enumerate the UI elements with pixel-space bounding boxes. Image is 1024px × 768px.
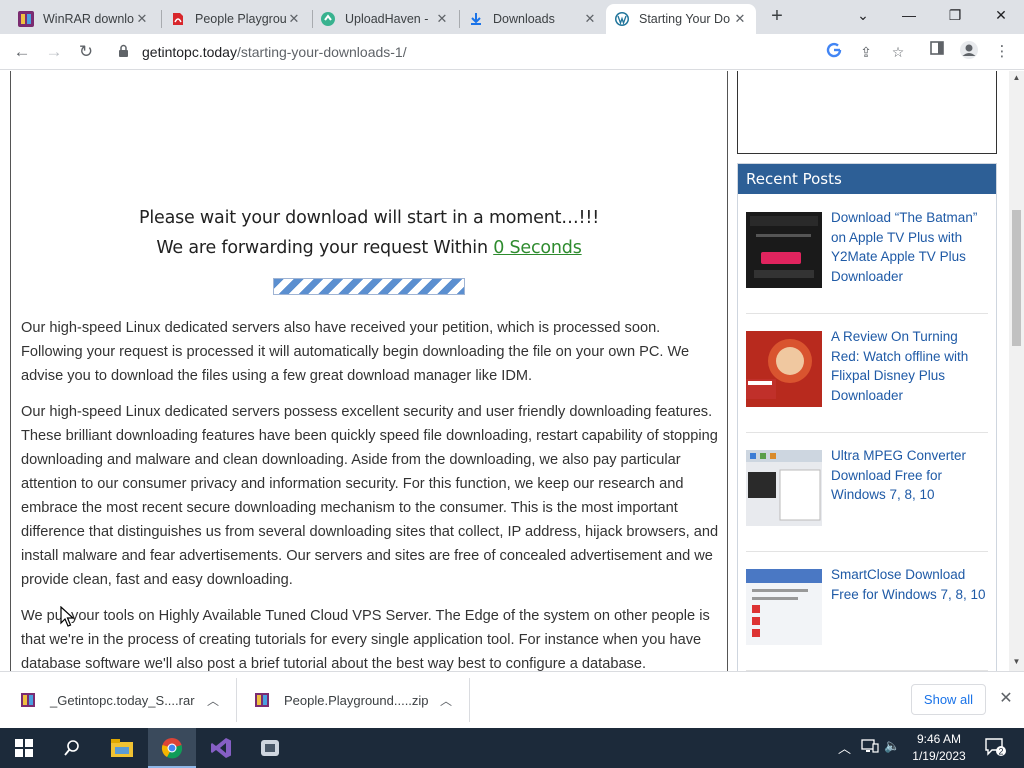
close-window-button[interactable]: ✕	[978, 0, 1024, 30]
chevron-up-icon[interactable]: ︿	[440, 692, 452, 709]
post-thumbnail[interactable]	[746, 569, 822, 645]
windows-taskbar: ︿ 🔈 9:46 AM 1/19/2023 2	[0, 728, 1024, 768]
visual-studio-icon	[211, 738, 231, 758]
main-content: Please wait your download will start in …	[10, 71, 728, 671]
clock-date: 1/19/2023	[912, 749, 966, 763]
paragraph-3: We put your tools on Highly Available Tu…	[21, 608, 710, 671]
pdf-icon	[170, 11, 186, 27]
wait-message: Please wait your download will start in …	[138, 208, 600, 228]
chrome-icon	[161, 738, 183, 759]
download-icon	[468, 11, 484, 27]
download-item[interactable]: _Getintopc.today_S....rar ︿	[20, 672, 235, 728]
list-item[interactable]: Download “The Batman” on Apple TV Plus w…	[746, 204, 988, 314]
folder-icon	[111, 739, 133, 757]
back-button[interactable]: ←	[8, 38, 36, 66]
divider	[236, 678, 237, 722]
winrar-file-icon	[21, 693, 35, 707]
forward-button[interactable]: →	[40, 38, 68, 66]
paragraph-1: Our high-speed Linux dedicated servers a…	[21, 320, 690, 384]
volume-icon[interactable]: 🔈	[884, 738, 900, 754]
tab-winrar[interactable]: WinRAR download ✕	[10, 4, 158, 34]
network-icon[interactable]	[861, 738, 879, 757]
close-icon[interactable]: ✕	[134, 11, 150, 27]
file-explorer-button[interactable]	[98, 728, 146, 768]
chrome-button[interactable]	[148, 728, 196, 768]
bookmark-star-icon[interactable]: ☆	[888, 42, 908, 62]
tab-people-playground[interactable]: People Playground ✕	[162, 4, 310, 34]
show-all-button[interactable]: Show all	[911, 684, 986, 715]
scroll-down-arrow-icon[interactable]: ▼	[1012, 657, 1021, 666]
wordpress-icon	[614, 11, 630, 27]
reload-button[interactable]: ↻	[72, 38, 100, 66]
tab-starting-your-downloads[interactable]: Starting Your Do ✕	[606, 4, 756, 34]
page-scrollbar[interactable]: ▲ ▼	[1009, 71, 1024, 671]
search-button[interactable]	[48, 728, 96, 768]
post-thumbnail[interactable]	[746, 331, 822, 407]
close-icon[interactable]: ✕	[732, 11, 748, 27]
uploadhaven-icon	[320, 11, 336, 27]
clock-time: 9:46 AM	[916, 732, 962, 746]
mouse-cursor-icon	[60, 606, 74, 627]
post-thumbnail[interactable]	[746, 450, 822, 526]
chevron-up-icon[interactable]: ︿	[838, 738, 851, 757]
address-bar[interactable]: getintopc.today/starting-your-downloads-…	[108, 37, 908, 67]
visual-studio-button[interactable]	[197, 728, 245, 768]
search-icon	[64, 740, 79, 756]
post-thumbnail[interactable]	[746, 212, 822, 288]
close-icon[interactable]: ✕	[286, 11, 302, 27]
browser-toolbar: ← → ↻ getintopc.today/starting-your-down…	[0, 34, 1024, 70]
restore-button[interactable]: ❐	[932, 0, 978, 30]
forwarding-message: We are forwarding your request Within 0 …	[156, 238, 582, 258]
list-item[interactable]: A Review On Turning Red: Watch offline w…	[746, 323, 988, 433]
windows-logo-icon	[15, 739, 33, 757]
post-title-link[interactable]: Download “The Batman” on Apple TV Plus w…	[831, 208, 989, 287]
google-translate-icon[interactable]	[824, 42, 844, 62]
svg-text:2: 2	[998, 747, 1003, 757]
winrar-file-icon	[255, 693, 269, 707]
divider	[469, 678, 470, 722]
progress-fill	[274, 279, 464, 294]
tab-uploadhaven[interactable]: UploadHaven - ✕	[312, 4, 458, 34]
post-title-link[interactable]: Ultra MPEG Converter Download Free for W…	[831, 446, 989, 505]
recent-posts-widget: Recent Posts Download “The Batman” on Ap…	[737, 163, 997, 671]
countdown-link[interactable]: 0 Seconds	[493, 238, 582, 258]
scroll-up-arrow-icon[interactable]: ▲	[1012, 73, 1021, 82]
tab-search-button[interactable]: ⌄	[840, 0, 886, 30]
ad-box	[737, 71, 997, 154]
list-item[interactable]: SmartClose Download Free for Windows 7, …	[746, 561, 988, 671]
sidebar: Recent Posts Download “The Batman” on Ap…	[737, 71, 999, 671]
close-icon[interactable]: ✕	[582, 11, 598, 27]
page-viewport: Please wait your download will start in …	[0, 71, 1009, 671]
paragraph-2: Our high-speed Linux dedicated servers p…	[21, 404, 719, 588]
minimize-button[interactable]: —	[886, 0, 932, 30]
tab-strip: WinRAR download ✕ People Playground ✕ Up…	[0, 0, 1024, 34]
scrollbar-thumb[interactable]	[1012, 210, 1021, 346]
menu-kebab-icon[interactable]: ⋮	[990, 40, 1014, 64]
recent-posts-heading: Recent Posts	[738, 164, 996, 194]
download-progress-bar	[273, 278, 465, 295]
taskbar-clock[interactable]: 9:46 AM 1/19/2023	[906, 731, 972, 765]
url-text: getintopc.today/starting-your-downloads-…	[142, 44, 407, 60]
lock-icon	[119, 44, 128, 57]
profile-avatar-icon[interactable]	[957, 40, 981, 64]
tab-downloads[interactable]: Downloads ✕	[460, 4, 606, 34]
chevron-up-icon[interactable]: ︿	[207, 692, 219, 709]
start-button[interactable]	[0, 728, 48, 768]
download-item[interactable]: People.Playground.....zip ︿	[254, 672, 469, 728]
app-icon	[261, 740, 279, 756]
side-panel-icon[interactable]	[925, 40, 949, 64]
new-tab-button[interactable]: +	[763, 2, 791, 30]
post-title-link[interactable]: A Review On Turning Red: Watch offline w…	[831, 327, 989, 406]
close-icon[interactable]: ✕	[434, 11, 450, 27]
winrar-icon	[18, 11, 34, 27]
notification-icon[interactable]: 2	[984, 736, 1006, 761]
post-title-link[interactable]: SmartClose Download Free for Windows 7, …	[831, 565, 989, 604]
share-icon[interactable]: ⇪	[856, 42, 876, 62]
close-icon[interactable]: ✕	[996, 689, 1016, 709]
list-item[interactable]: Ultra MPEG Converter Download Free for W…	[746, 442, 988, 552]
app-button[interactable]	[246, 728, 294, 768]
download-shelf: _Getintopc.today_S....rar ︿ People.Playg…	[0, 671, 1024, 728]
